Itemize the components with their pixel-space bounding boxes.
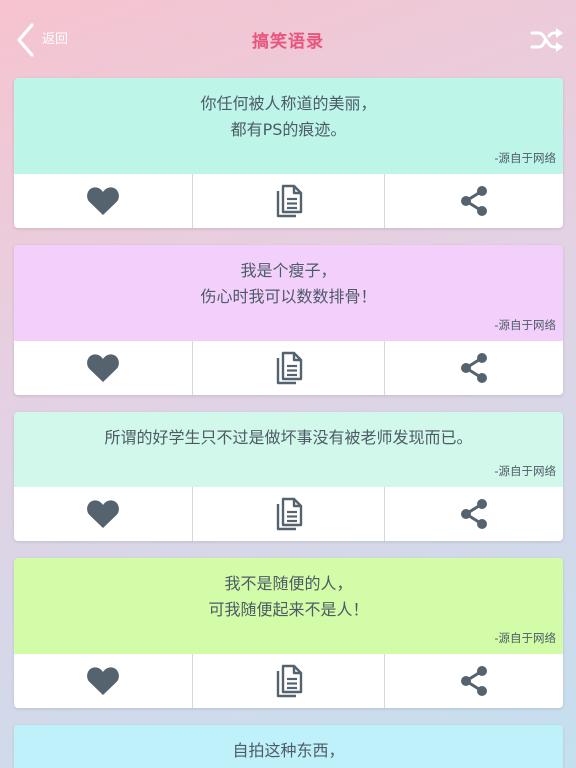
copy-button[interactable] (193, 341, 385, 395)
copy-button[interactable] (193, 654, 385, 708)
quote-card: 所谓的好学生只不过是做坏事没有被老师发现而已。 -源自于网络 (14, 412, 563, 541)
quote-line: 我是个瘦子， (240, 261, 337, 280)
heart-icon (87, 187, 119, 215)
quote-line: 我不是随便的人， (224, 574, 353, 593)
like-button[interactable] (14, 487, 193, 541)
quote-line: 都有PS的痕迹。 (230, 120, 347, 139)
heart-icon (87, 500, 119, 528)
quote-body: 你任何被人称道的美丽， 都有PS的痕迹。 -源自于网络 (14, 78, 563, 174)
share-button[interactable] (385, 174, 563, 228)
quote-source: -源自于网络 (494, 318, 556, 332)
quote-source: -源自于网络 (494, 464, 556, 478)
like-button[interactable] (14, 174, 193, 228)
quote-list: 你任何被人称道的美丽， 都有PS的痕迹。 -源自于网络 我是个瘦子， 伤心时我可… (14, 78, 563, 768)
quote-line: 可我随便起来不是人！ (208, 600, 369, 619)
copy-document-icon (276, 184, 302, 218)
copy-document-icon (276, 664, 302, 698)
share-icon (461, 499, 487, 529)
shuffle-button[interactable] (530, 26, 564, 58)
copy-document-icon (276, 351, 302, 385)
quote-text: 我是个瘦子， 伤心时我可以数数排骨！ (14, 258, 563, 310)
like-button[interactable] (14, 341, 193, 395)
share-icon (461, 666, 487, 696)
quote-body: 我不是随便的人， 可我随便起来不是人！ -源自于网络 (14, 558, 563, 654)
quote-line: 自拍这种东西， (232, 741, 345, 760)
quote-card: 我是个瘦子， 伤心时我可以数数排骨！ -源自于网络 (14, 245, 563, 395)
header: 返回 搞笑语录 (0, 0, 576, 78)
share-button[interactable] (385, 654, 563, 708)
share-icon (461, 353, 487, 383)
action-bar (14, 654, 563, 708)
action-bar (14, 487, 563, 541)
share-icon (461, 186, 487, 216)
like-button[interactable] (14, 654, 193, 708)
heart-icon (87, 354, 119, 382)
quote-card: 你任何被人称道的美丽， 都有PS的痕迹。 -源自于网络 (14, 78, 563, 228)
share-button[interactable] (385, 487, 563, 541)
quote-text: 自拍这种东西， (14, 738, 563, 764)
quote-line: 伤心时我可以数数排骨！ (200, 287, 377, 306)
copy-document-icon (276, 497, 302, 531)
quote-body: 自拍这种东西， (14, 725, 563, 768)
quote-text: 你任何被人称道的美丽， 都有PS的痕迹。 (14, 91, 563, 143)
quote-text: 所谓的好学生只不过是做坏事没有被老师发现而已。 (14, 425, 563, 451)
page-title: 搞笑语录 (252, 32, 324, 52)
share-button[interactable] (385, 341, 563, 395)
copy-button[interactable] (193, 174, 385, 228)
quote-line: 所谓的好学生只不过是做坏事没有被老师发现而已。 (104, 428, 473, 447)
quote-card: 自拍这种东西， (14, 725, 563, 768)
shuffle-icon (530, 28, 563, 52)
quote-line: 你任何被人称道的美丽， (200, 94, 377, 113)
heart-icon (87, 667, 119, 695)
action-bar (14, 174, 563, 228)
quote-card: 我不是随便的人， 可我随便起来不是人！ -源自于网络 (14, 558, 563, 708)
quote-body: 我是个瘦子， 伤心时我可以数数排骨！ -源自于网络 (14, 245, 563, 341)
action-bar (14, 341, 563, 395)
quote-text: 我不是随便的人， 可我随便起来不是人！ (14, 571, 563, 623)
quote-body: 所谓的好学生只不过是做坏事没有被老师发现而已。 -源自于网络 (14, 412, 563, 487)
quote-source: -源自于网络 (494, 631, 556, 645)
quote-source: -源自于网络 (494, 151, 556, 165)
copy-button[interactable] (193, 487, 385, 541)
